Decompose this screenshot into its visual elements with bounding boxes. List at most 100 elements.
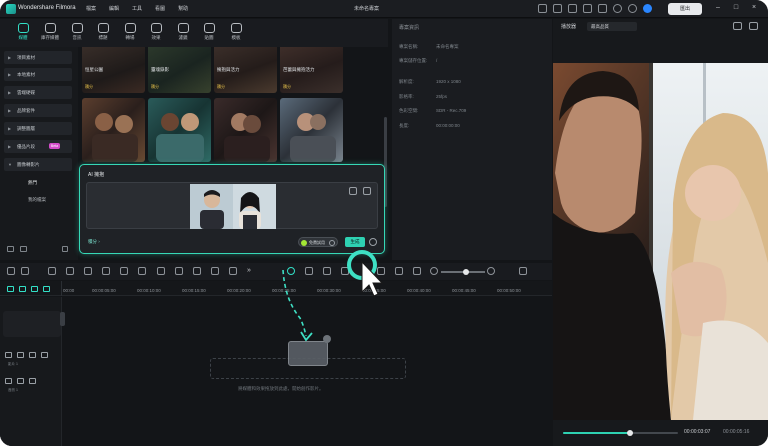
color-icon[interactable] bbox=[193, 267, 201, 275]
question-icon[interactable] bbox=[329, 239, 335, 246]
camera-icon[interactable] bbox=[733, 22, 742, 30]
upload-icon[interactable] bbox=[628, 4, 637, 13]
sidebar-item-cloud-drive[interactable]: ▶ 雲端硬碟 bbox=[4, 86, 72, 99]
audio-icon[interactable] bbox=[29, 378, 36, 384]
template-card[interactable]: 恒星公園 積分 bbox=[82, 47, 145, 93]
select-tool-icon[interactable] bbox=[21, 267, 29, 275]
generate-button[interactable]: 生成 bbox=[345, 237, 365, 247]
dragged-clip bbox=[288, 341, 328, 366]
link-icon[interactable] bbox=[19, 286, 26, 292]
lock-icon[interactable] bbox=[17, 352, 24, 358]
chevron-right-icon: ▶ bbox=[8, 108, 12, 113]
template-card[interactable]: 靈魂錄影 積分 bbox=[148, 47, 211, 93]
template-card[interactable] bbox=[148, 98, 211, 162]
playback-scrubber[interactable] bbox=[563, 430, 678, 436]
crop-icon[interactable] bbox=[120, 267, 128, 275]
sidebar-sub-popular[interactable]: 熱門 bbox=[28, 180, 37, 186]
template-card[interactable]: 擁抱與活力 積分 bbox=[214, 47, 277, 93]
folder-icon[interactable] bbox=[20, 246, 27, 252]
close-icon[interactable]: × bbox=[750, 4, 758, 12]
marker-icon[interactable] bbox=[323, 267, 331, 275]
tab-stock-media[interactable]: 庫存媒體 bbox=[37, 22, 63, 44]
tab-stickers[interactable]: 貼圖 bbox=[196, 22, 222, 44]
undo-icon[interactable] bbox=[48, 267, 56, 275]
export-button[interactable]: 匯出 bbox=[668, 3, 702, 15]
free-trial-button[interactable]: 免費試用 bbox=[298, 237, 338, 247]
template-card[interactable] bbox=[280, 98, 343, 162]
audio-icon[interactable] bbox=[138, 267, 146, 275]
play-circle-icon[interactable] bbox=[643, 4, 652, 13]
tab-transitions[interactable]: 轉場 bbox=[117, 22, 143, 44]
template-card[interactable] bbox=[82, 98, 145, 162]
tab-filters[interactable]: 濾鏡 bbox=[170, 22, 196, 44]
shield-icon[interactable] bbox=[341, 267, 349, 275]
sidebar-sub-my-files[interactable]: 我的檔案 bbox=[28, 197, 46, 203]
audio-icon[interactable] bbox=[29, 352, 36, 358]
cloud-icon[interactable] bbox=[583, 4, 592, 13]
new-folder-icon[interactable] bbox=[7, 246, 14, 252]
zoom-out-icon[interactable] bbox=[430, 267, 438, 275]
share-icon[interactable] bbox=[538, 4, 547, 13]
timeline-ruler[interactable]: 00:00 00:00:05:00 00:00:10:00 00:00:15:0… bbox=[0, 281, 552, 296]
timeline-scroll-handle[interactable] bbox=[60, 312, 65, 326]
render-icon[interactable] bbox=[305, 267, 313, 275]
collapse-icon[interactable] bbox=[62, 246, 68, 252]
maximize-icon[interactable]: □ bbox=[732, 4, 740, 12]
sidebar-item-brand-kit[interactable]: ▶ 品牌套件 bbox=[4, 104, 72, 117]
headset-icon[interactable] bbox=[568, 4, 577, 13]
lock-icon[interactable] bbox=[43, 286, 50, 292]
quality-select[interactable]: 最高品質 bbox=[587, 22, 637, 31]
preview-video[interactable] bbox=[553, 63, 768, 420]
tab-effects[interactable]: 效果 bbox=[143, 22, 169, 44]
minimize-icon[interactable]: – bbox=[714, 4, 722, 12]
split-icon[interactable] bbox=[102, 267, 110, 275]
tab-media[interactable]: 媒體 bbox=[10, 22, 36, 44]
template-card[interactable] bbox=[214, 98, 277, 162]
scrubber-handle[interactable] bbox=[626, 430, 633, 436]
menu-view[interactable]: 看圖 bbox=[155, 5, 165, 12]
sidebar-item-image-to-video[interactable]: ▼ 圖像轉影片 bbox=[4, 158, 72, 171]
ai-tool-icon[interactable] bbox=[287, 267, 295, 275]
menu-tools[interactable]: 工具 bbox=[132, 5, 142, 12]
prop-value: 1920 x 1080 bbox=[436, 79, 461, 84]
menu-help[interactable]: 幫助 bbox=[178, 5, 188, 12]
image-icon[interactable] bbox=[749, 22, 758, 30]
grid-icon[interactable] bbox=[598, 4, 607, 13]
tab-titles[interactable]: 標題 bbox=[90, 22, 116, 44]
more-icon[interactable]: » bbox=[247, 267, 255, 275]
edit-icon[interactable] bbox=[349, 187, 357, 195]
device-icon[interactable] bbox=[553, 4, 562, 13]
zoom-in-icon[interactable] bbox=[487, 267, 495, 275]
delete-icon[interactable] bbox=[84, 267, 92, 275]
menu-file[interactable]: 檔案 bbox=[86, 5, 96, 12]
sidebar-item-premium-clips[interactable]: ▶ 優品片段 Beta bbox=[4, 140, 72, 153]
sidebar-item-project-media[interactable]: ▶ 項目素材 bbox=[4, 51, 72, 64]
add-track-icon[interactable] bbox=[7, 286, 14, 292]
snapshot-icon[interactable] bbox=[395, 267, 403, 275]
credits-link[interactable]: 積分 › bbox=[88, 239, 100, 245]
zoom-icon[interactable] bbox=[175, 267, 183, 275]
image-upload-area[interactable] bbox=[86, 182, 378, 229]
sidebar-item-local-media[interactable]: ▶ 本地素材 bbox=[4, 68, 72, 81]
zoom-slider-handle[interactable] bbox=[463, 268, 469, 275]
chevron-right-icon: ▶ bbox=[8, 144, 12, 149]
grid-view-icon[interactable] bbox=[7, 267, 15, 275]
sidebar-item-adjustment-layer[interactable]: ▶ 調整圖層 bbox=[4, 122, 72, 135]
captions-icon[interactable] bbox=[413, 267, 421, 275]
gift-icon[interactable] bbox=[613, 4, 622, 13]
mic-icon[interactable] bbox=[377, 267, 385, 275]
tab-audio[interactable]: 音訊 bbox=[64, 22, 90, 44]
menu-edit[interactable]: 編輯 bbox=[109, 5, 119, 12]
column-layout-icon[interactable] bbox=[519, 267, 527, 275]
text-icon[interactable] bbox=[157, 267, 165, 275]
delete-icon[interactable] bbox=[363, 187, 371, 195]
help-icon[interactable] bbox=[369, 238, 377, 246]
redo-icon[interactable] bbox=[66, 267, 74, 275]
template-card[interactable]: 芭蕾與擁抱活力 積分 bbox=[280, 47, 343, 93]
lock-icon[interactable] bbox=[17, 378, 24, 384]
snap-icon[interactable] bbox=[31, 286, 38, 292]
eye-icon[interactable] bbox=[41, 352, 48, 358]
keyframe-icon[interactable] bbox=[229, 267, 237, 275]
speed-icon[interactable] bbox=[211, 267, 219, 275]
tab-templates[interactable]: 模板 bbox=[223, 22, 249, 44]
